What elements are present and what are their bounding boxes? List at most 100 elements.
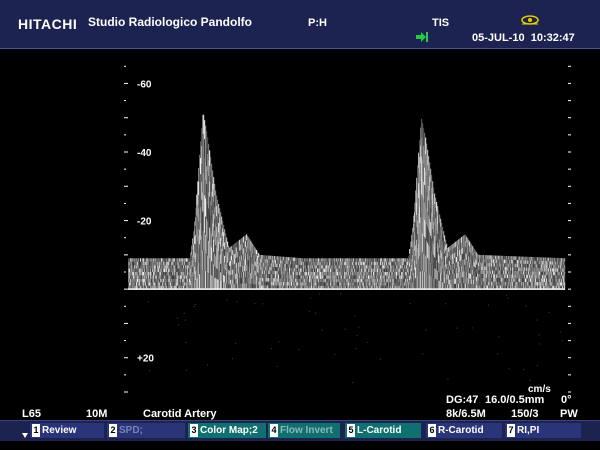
menu-number: 1 xyxy=(32,424,40,437)
menu-r-carotid[interactable]: 6 R-Carotid xyxy=(426,423,502,438)
y-tick-label: +20 xyxy=(137,354,154,365)
y-tick-label: -20 xyxy=(137,217,152,228)
noise-dot xyxy=(207,364,209,366)
noise-dot xyxy=(352,382,354,384)
noise-dot xyxy=(334,353,336,355)
noise-dot xyxy=(340,293,342,295)
menu-spd[interactable]: 2 SPD; xyxy=(107,423,185,438)
menu-l-carotid[interactable]: 5 L-Carotid xyxy=(345,423,421,438)
menu-color-map[interactable]: 3 Color Map;2 xyxy=(188,423,266,438)
noise-dot xyxy=(560,331,562,333)
noise-dot xyxy=(178,324,180,326)
noise-dot xyxy=(356,334,358,336)
noise-dot xyxy=(318,293,320,295)
noise-dot xyxy=(183,312,185,314)
noise-dot xyxy=(536,365,538,367)
ratio-label: 150/3 xyxy=(511,408,539,420)
noise-dot xyxy=(226,299,228,301)
menu-label: SPD; xyxy=(119,425,143,436)
header-bar: HITACHI Studio Radiologico Pandolfo P:H … xyxy=(0,0,600,49)
axis-layer: -60 -40 -20 +20 xyxy=(124,65,571,393)
freeze-indicator-icon xyxy=(416,32,428,42)
menu-ri-pi[interactable]: 7 RI,PI xyxy=(505,423,581,438)
noise-dot xyxy=(471,327,473,329)
noise-dot xyxy=(538,343,540,345)
noise-dot xyxy=(379,358,381,360)
preset-label: P:H xyxy=(308,17,327,29)
noise-dot xyxy=(409,303,411,305)
noise-dot xyxy=(355,348,357,350)
menu-number: 4 xyxy=(270,424,278,437)
noise-dot xyxy=(523,369,525,371)
spectrum-sample xyxy=(564,265,566,269)
noise-dot xyxy=(236,301,238,303)
noise-dot xyxy=(367,341,369,343)
menu-label: Review xyxy=(42,425,77,436)
noise-dot xyxy=(194,303,196,305)
noise-dot xyxy=(425,329,427,331)
time-text: 10:32:47 xyxy=(530,32,575,44)
spectrum-sample xyxy=(564,258,566,262)
menu-label: R-Carotid xyxy=(438,425,484,436)
noise-dot xyxy=(176,317,178,319)
noise-dot xyxy=(508,368,510,370)
menu-label: L-Carotid xyxy=(357,425,402,436)
noise-dot xyxy=(358,326,360,328)
date-time: 05-JUL-10 10:32:47 xyxy=(472,32,575,44)
menu-label: Color Map;2 xyxy=(200,425,258,436)
noise-dot xyxy=(142,358,144,360)
doppler-spectrum-plot: -60-40-20+20 cm/s xyxy=(124,65,571,395)
noise-dot xyxy=(149,370,151,372)
noise-dot xyxy=(525,305,527,307)
noise-dot xyxy=(498,336,500,338)
noise-dot xyxy=(147,301,149,303)
cursor-indicator-icon xyxy=(22,433,28,438)
spectrum-sample xyxy=(564,275,566,279)
spectrum-layer xyxy=(128,114,566,384)
frequency-label: 10M xyxy=(86,408,108,420)
noise-dot xyxy=(231,358,233,360)
noise-dot xyxy=(310,297,312,299)
noise-dot xyxy=(538,334,540,336)
noise-dot xyxy=(507,297,509,299)
noise-dot xyxy=(185,341,187,343)
noise-dot xyxy=(354,315,356,317)
spectrum-sample xyxy=(564,282,566,286)
noise-dot xyxy=(321,329,323,331)
menu-review[interactable]: 1 Review xyxy=(30,423,104,438)
sample-label: 8k/6.5M xyxy=(446,408,486,420)
y-tick-label: -60 xyxy=(137,79,152,90)
menu-number: 5 xyxy=(347,424,355,437)
noise-dot xyxy=(487,304,489,306)
noise-dot xyxy=(235,343,237,345)
spectrum-sample xyxy=(564,261,566,266)
noise-dot xyxy=(344,328,346,330)
noise-dot xyxy=(254,302,256,304)
menu-number: 7 xyxy=(507,424,515,437)
noise-dot xyxy=(186,369,188,371)
noise-dot xyxy=(271,348,273,350)
noise-dot xyxy=(447,378,449,380)
noise-dot xyxy=(298,349,300,351)
noise-dot xyxy=(193,305,195,307)
clinic-name: Studio Radiologico Pandolfo xyxy=(88,15,252,29)
noise-dot xyxy=(505,294,507,296)
noise-dot xyxy=(548,311,550,313)
noise-dot xyxy=(262,303,264,305)
spectrum-sample xyxy=(564,278,566,283)
noise-dot xyxy=(456,327,458,329)
menu-number: 3 xyxy=(190,424,198,437)
angle-value: 0° xyxy=(561,394,572,406)
noise-dot xyxy=(276,365,278,367)
noise-dot xyxy=(184,319,186,321)
menu-number: 6 xyxy=(428,424,436,437)
noise-dot xyxy=(308,310,310,312)
date-text: 05-JUL-10 xyxy=(472,32,525,44)
noise-dot xyxy=(536,319,538,321)
region-label: Carotid Artery xyxy=(143,408,217,420)
tis-label: TIS xyxy=(432,17,450,29)
noise-dot xyxy=(497,353,499,355)
noise-dot xyxy=(529,379,531,381)
probe-orientation-icon xyxy=(521,15,539,25)
menu-flow-invert[interactable]: 4 Flow Invert xyxy=(268,423,340,438)
